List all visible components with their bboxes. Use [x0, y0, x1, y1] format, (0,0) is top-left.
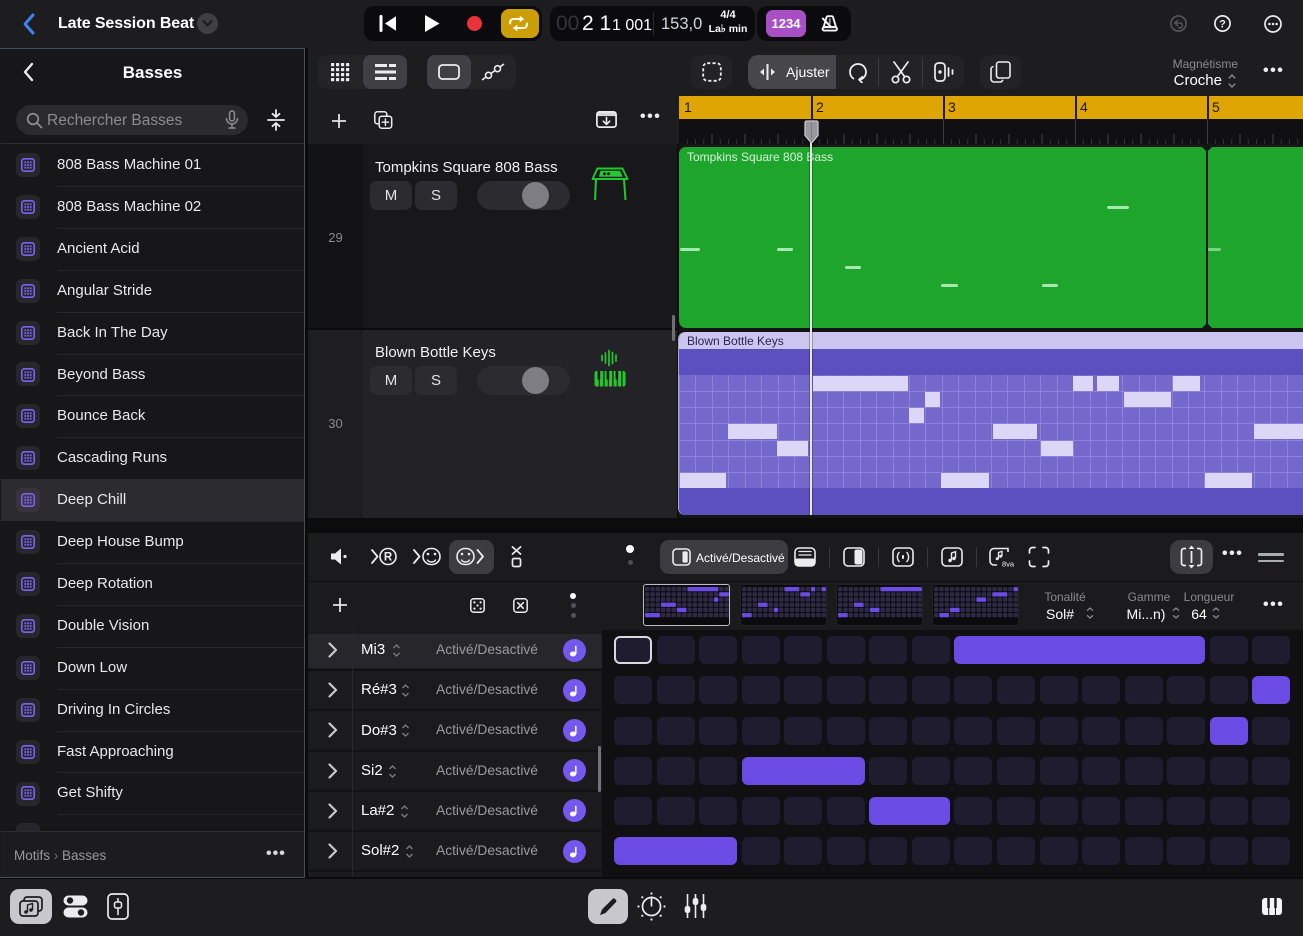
svg-text:8va: 8va [1002, 560, 1014, 569]
svg-text:?: ? [1219, 18, 1226, 30]
svg-text:R: R [384, 552, 393, 564]
